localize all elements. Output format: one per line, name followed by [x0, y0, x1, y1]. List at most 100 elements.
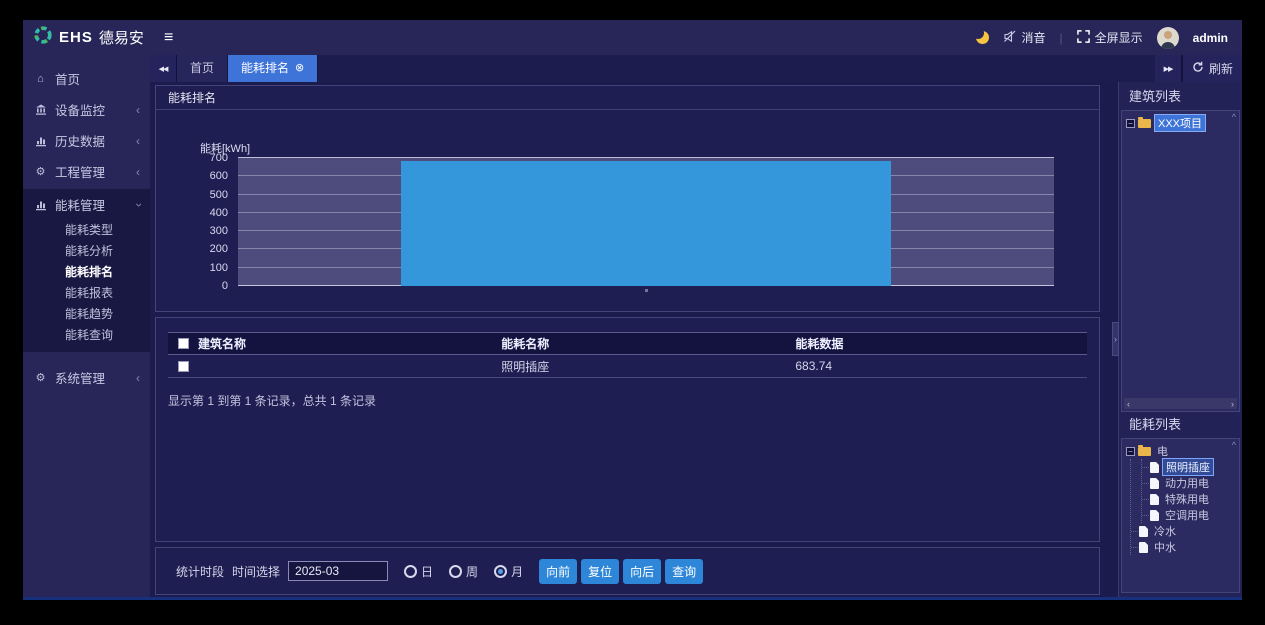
tree-node-power[interactable]: 动力用电: [1142, 475, 1235, 491]
scroll-up-caret-icon[interactable]: ^: [1232, 112, 1236, 122]
y-tick-label: 400: [156, 207, 228, 219]
tree-node-label[interactable]: 特殊用电: [1162, 491, 1212, 507]
chevron-left-icon: ‹: [136, 371, 140, 385]
tree-node-label[interactable]: 电: [1154, 443, 1171, 459]
tree-node-cold-water[interactable]: 冷水: [1131, 523, 1235, 539]
brand-ehs-text: EHS: [59, 29, 93, 46]
tree-node-label[interactable]: 冷水: [1151, 523, 1179, 539]
tab-bar: ◀◀ 首页 能耗排名 ⊗ ▶▶: [150, 55, 1242, 82]
column-header-building[interactable]: 建筑名称: [198, 335, 501, 352]
cell-energy-name: 照明插座: [501, 358, 795, 375]
tree-node-electricity[interactable]: − 电: [1126, 443, 1235, 459]
tree-node-medium-water[interactable]: 中水: [1131, 539, 1235, 555]
gridline: [238, 157, 1054, 158]
submenu-energy-trend[interactable]: 能耗趋势: [23, 304, 150, 325]
building-tree: − XXX项目 ^ ‹ ›: [1121, 110, 1240, 412]
tab-close-icon[interactable]: ⊗: [295, 55, 304, 82]
refresh-button[interactable]: 刷新: [1182, 55, 1242, 82]
submenu-energy-type[interactable]: 能耗类型: [23, 220, 150, 241]
scroll-left-arrow-icon[interactable]: ‹: [1127, 399, 1130, 409]
time-controls-panel: 统计时段 时间选择 日 周 月: [155, 547, 1100, 595]
results-table-panel: 建筑名称 能耗名称 能耗数据 照明插座 683.74 显示第 1 到第 1 条记…: [155, 317, 1100, 542]
tab-label: 首页: [190, 55, 214, 82]
gear-icon: ⚙: [33, 371, 48, 384]
previous-button[interactable]: 向前: [539, 559, 577, 584]
refresh-label: 刷新: [1209, 60, 1233, 77]
tree-node-label[interactable]: 动力用电: [1162, 475, 1212, 491]
cell-energy-value: 683.74: [795, 359, 1087, 373]
radio-month[interactable]: 月: [494, 563, 523, 580]
moon-icon[interactable]: [976, 31, 989, 44]
refresh-icon: [1192, 61, 1204, 76]
energy-tree: − 电 照明插座: [1121, 438, 1240, 593]
tab-scroll-right-button[interactable]: ▶▶: [1155, 55, 1182, 82]
tree-node-special[interactable]: 特殊用电: [1142, 491, 1235, 507]
tree-node-label[interactable]: XXX项目: [1154, 114, 1206, 132]
tab-home[interactable]: 首页: [177, 55, 228, 82]
y-tick-label: 500: [156, 189, 228, 201]
tree-node-lighting-socket[interactable]: 照明插座: [1142, 459, 1235, 475]
radio-circle-icon: [494, 565, 507, 578]
brand-logo: EHS 德易安: [23, 20, 150, 55]
folder-icon: [1138, 119, 1151, 128]
column-header-energy-name[interactable]: 能耗名称: [501, 335, 795, 352]
row-checkbox[interactable]: [178, 361, 189, 372]
building-list-title: 建筑列表: [1121, 84, 1240, 110]
column-header-energy-data[interactable]: 能耗数据: [795, 335, 1087, 352]
chart-bar: [401, 161, 891, 286]
sidebar-item-energy-management[interactable]: 能耗管理 ‹: [23, 189, 150, 220]
tree-node-label[interactable]: 中水: [1151, 539, 1179, 555]
query-button[interactable]: 查询: [665, 559, 703, 584]
sidebar-item-system-management[interactable]: ⚙ 系统管理 ‹: [23, 362, 150, 393]
next-button[interactable]: 向后: [623, 559, 661, 584]
hamburger-icon[interactable]: ≡: [164, 29, 173, 47]
tab-energy-ranking[interactable]: 能耗排名 ⊗: [228, 55, 318, 82]
time-select-input[interactable]: [288, 561, 388, 581]
device-monitor-icon: [33, 103, 48, 115]
mute-button[interactable]: 消音: [1003, 29, 1046, 46]
select-all-checkbox[interactable]: [178, 338, 189, 349]
mute-label: 消音: [1022, 29, 1046, 46]
sidebar-item-label: 工程管理: [55, 162, 105, 181]
sidebar-item-history-data[interactable]: 历史数据 ‹: [23, 125, 150, 156]
sidebar-item-label: 能耗管理: [55, 195, 105, 214]
radio-circle-icon: [449, 565, 462, 578]
tree-toggle-icon[interactable]: −: [1126, 447, 1135, 456]
tab-scroll-left-button[interactable]: ◀◀: [150, 55, 177, 82]
panel-collapse-handle[interactable]: ›: [1112, 322, 1119, 356]
tree-node-label[interactable]: 照明插座: [1162, 458, 1214, 476]
submenu-energy-query[interactable]: 能耗查询: [23, 325, 150, 346]
radio-label: 日: [421, 563, 433, 580]
avatar[interactable]: [1157, 27, 1179, 49]
radio-label: 周: [466, 563, 478, 580]
fullscreen-button[interactable]: 全屏显示: [1077, 29, 1143, 46]
sidebar-item-home[interactable]: ⌂ 首页: [23, 63, 150, 94]
submenu-energy-report[interactable]: 能耗报表: [23, 283, 150, 304]
scroll-right-arrow-icon[interactable]: ›: [1231, 399, 1234, 409]
chevron-left-icon: ‹: [136, 165, 140, 179]
submenu-energy-analysis[interactable]: 能耗分析: [23, 241, 150, 262]
energy-ranking-panel: 能耗排名 能耗[kWh] 0100200300400500600700: [155, 85, 1100, 312]
sidebar-item-device-monitor[interactable]: 设备监控 ‹: [23, 94, 150, 125]
horizontal-scrollbar[interactable]: ‹ ›: [1124, 398, 1237, 409]
radio-day[interactable]: 日: [404, 563, 433, 580]
tree-node-label[interactable]: 空调用电: [1162, 507, 1212, 523]
tree-node-hvac[interactable]: 空调用电: [1142, 507, 1235, 523]
radio-week[interactable]: 周: [449, 563, 478, 580]
header-divider: |: [1060, 31, 1063, 45]
y-tick-label: 300: [156, 225, 228, 237]
sidebar-item-label: 系统管理: [55, 368, 105, 387]
section-label: 统计时段: [176, 563, 224, 580]
energy-chart: 能耗[kWh] 0100200300400500600700: [156, 110, 1099, 311]
tree-toggle-icon[interactable]: −: [1126, 119, 1135, 128]
sidebar-item-project-management[interactable]: ⚙ 工程管理 ‹: [23, 156, 150, 187]
reset-button[interactable]: 复位: [581, 559, 619, 584]
username[interactable]: admin: [1193, 31, 1228, 45]
scroll-up-caret-icon[interactable]: ^: [1232, 440, 1236, 450]
tree-node-project[interactable]: − XXX项目: [1126, 115, 1235, 131]
submenu-energy-ranking[interactable]: 能耗排名: [23, 262, 150, 283]
chevron-left-icon: ‹: [136, 134, 140, 148]
table-row[interactable]: 照明插座 683.74: [168, 355, 1087, 378]
fullscreen-label: 全屏显示: [1095, 29, 1143, 46]
main-content: 能耗排名 能耗[kWh] 0100200300400500600700 建筑名称…: [150, 82, 1118, 597]
